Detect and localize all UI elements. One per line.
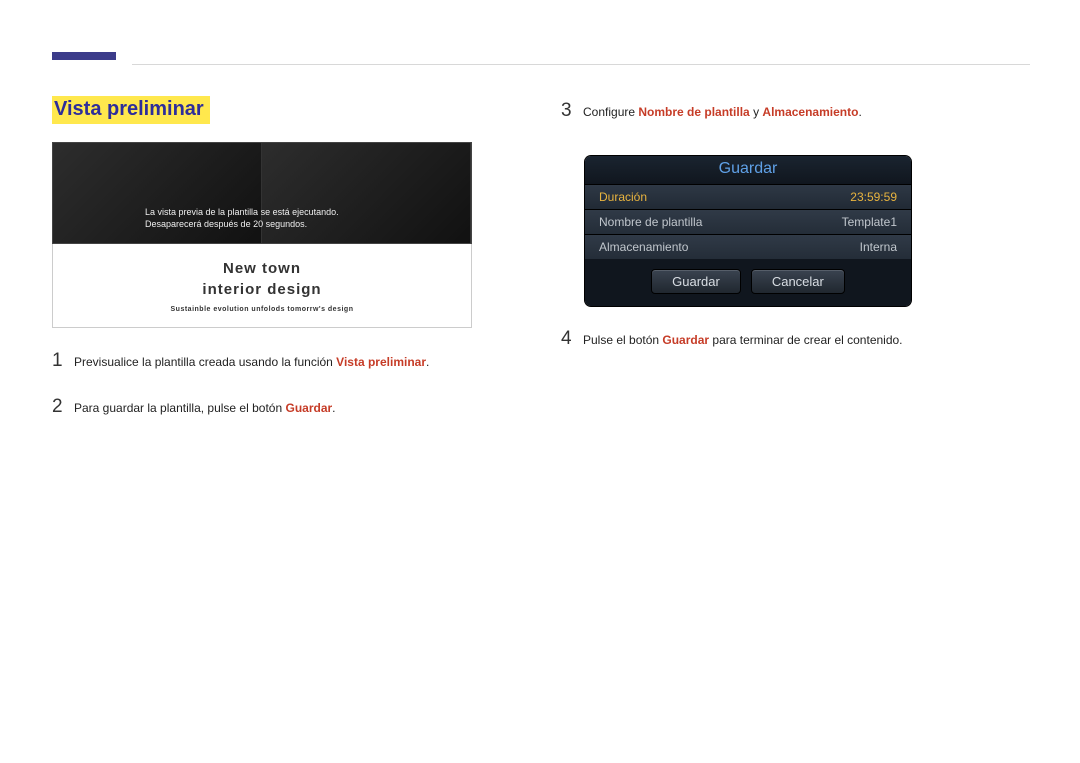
step-number: 1 [52,346,74,376]
step-1: 1 Previsualice la plantilla creada usand… [52,346,521,376]
step-text-b: . [858,105,861,119]
step-text-a: Para guardar la plantilla, pulse el botó… [74,401,285,415]
step-text-em1: Nombre de plantilla [638,105,749,119]
step-text-em2: Almacenamiento [762,105,858,119]
step-text: Para guardar la plantilla, pulse el botó… [74,399,521,418]
step-text-a: Previsualice la plantilla creada usando … [74,355,336,369]
row-value: 23:59:59 [850,190,897,204]
step-text-em: Guardar [662,333,709,347]
caption-line-2: interior design [63,279,461,300]
right-column: 3 Configure Nombre de plantilla y Almace… [561,96,1030,439]
step-text-em: Vista preliminar [336,355,426,369]
preview-caption: New town interior design Sustainble evol… [52,244,472,328]
dialog-row-duration[interactable]: Duración 23:59:59 [585,185,911,210]
step-text-a: Pulse el botón [583,333,662,347]
preview-screen: La vista previa de la plantilla se está … [52,142,472,244]
save-button[interactable]: Guardar [651,269,741,294]
step-2: 2 Para guardar la plantilla, pulse el bo… [52,392,521,422]
step-text: Configure Nombre de plantilla y Almacena… [583,103,1030,122]
step-text-b: . [332,401,335,415]
save-dialog: Guardar Duración 23:59:59 Nombre de plan… [585,156,911,306]
step-text-em: Guardar [285,401,332,415]
cancel-button[interactable]: Cancelar [751,269,845,294]
caption-subline: Sustainble evolution unfolods tomorrw's … [63,306,461,313]
step-number: 4 [561,324,583,354]
dialog-button-row: Guardar Cancelar [585,259,911,306]
header-accent-bar [52,52,116,60]
overlay-line-1: La vista previa de la plantilla se está … [145,206,339,219]
step-text: Previsualice la plantilla creada usando … [74,353,521,372]
preview-mockup: La vista previa de la plantilla se está … [52,142,472,328]
step-text-b: para terminar de crear el contenido. [709,333,902,347]
row-label: Almacenamiento [599,240,688,254]
step-4: 4 Pulse el botón Guardar para terminar d… [561,324,1030,354]
step-text-b: . [426,355,429,369]
page-content: Vista preliminar La vista previa de la p… [52,96,1030,439]
row-label: Duración [599,190,647,204]
left-column: Vista preliminar La vista previa de la p… [52,96,521,439]
row-label: Nombre de plantilla [599,215,702,229]
step-text-mid: y [750,105,763,119]
preview-overlay-text: La vista previa de la plantilla se está … [145,206,339,231]
dialog-title: Guardar [585,156,911,185]
step-3: 3 Configure Nombre de plantilla y Almace… [561,96,1030,126]
caption-line-1: New town [63,258,461,279]
row-value: Template1 [842,215,897,229]
step-number: 3 [561,96,583,126]
step-text: Pulse el botón Guardar para terminar de … [583,331,1030,350]
step-text-a: Configure [583,105,638,119]
section-title: Vista preliminar [52,96,210,124]
header-divider [132,64,1030,65]
dialog-row-template-name[interactable]: Nombre de plantilla Template1 [585,210,911,235]
step-number: 2 [52,392,74,422]
dialog-row-storage[interactable]: Almacenamiento Interna [585,235,911,259]
overlay-line-2: Desaparecerá después de 20 segundos. [145,218,339,231]
row-value: Interna [860,240,897,254]
